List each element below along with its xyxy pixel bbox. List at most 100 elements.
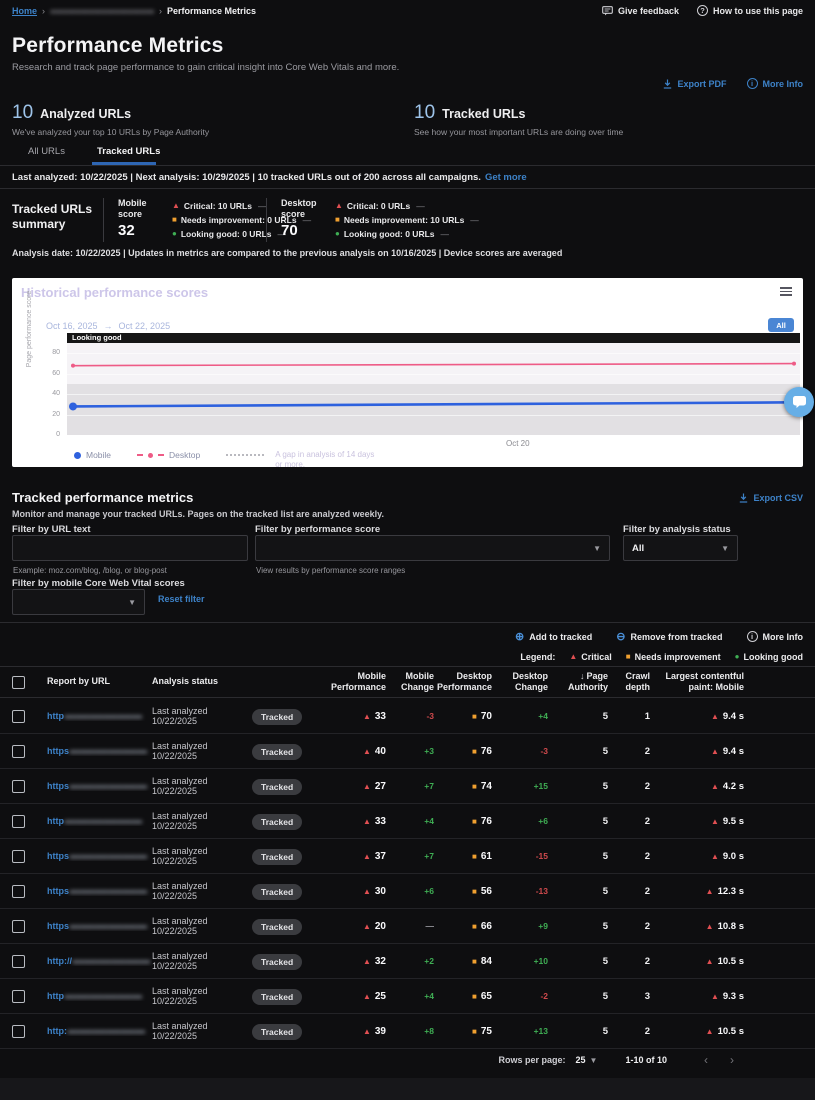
rows-per-page-value: 25 (576, 1055, 586, 1065)
gap-note-label: A gap in analysis of 14 days or more. (275, 450, 375, 471)
url-redacted: ●●●●●●●●●●●●●●●●●●●●●● (72, 957, 150, 966)
critical-icon: ▲ (706, 922, 714, 931)
ytick-80: 80 (44, 349, 60, 356)
change-dash: — (470, 215, 479, 225)
date-from[interactable]: Oct 16, 2025 (46, 321, 98, 331)
row-checkbox[interactable] (12, 885, 25, 898)
critical-icon: ▲ (711, 712, 719, 721)
report-url-link[interactable]: http●●●●●●●●●●●●●●●●●●●●●● (36, 991, 152, 1001)
row-checkbox[interactable] (12, 710, 25, 723)
crawl-depth-cell: 2 (608, 851, 650, 862)
add-to-tracked-button[interactable]: ⊕ Add to tracked (515, 630, 592, 643)
row-checkbox[interactable] (12, 780, 25, 793)
table-row[interactable]: https●●●●●●●●●●●●●●●●●●●●●● Last analyze… (0, 769, 815, 804)
row-checkbox[interactable] (12, 745, 25, 758)
filter-status-select[interactable]: All ▼ (623, 535, 738, 561)
report-url-link[interactable]: https●●●●●●●●●●●●●●●●●●●●●● (36, 886, 152, 896)
needs-improvement-icon: ■ (472, 852, 477, 861)
table-row[interactable]: http:●●●●●●●●●●●●●●●●●●●●●● Last analyze… (0, 1014, 815, 1049)
remove-from-tracked-button[interactable]: ⊖ Remove from tracked (616, 630, 722, 643)
needs-improvement-icon: ■ (472, 1027, 477, 1036)
breadcrumb-home-link[interactable]: Home (12, 6, 37, 16)
analyzed-urls-stat: 10 Analyzed URLs We've analyzed your top… (12, 102, 209, 137)
table-row[interactable]: http●●●●●●●●●●●●●●●●●●●●●● Last analyzed… (0, 699, 815, 734)
row-checkbox[interactable] (12, 1025, 25, 1038)
export-csv-button[interactable]: Export CSV (739, 493, 803, 503)
rows-per-page-select[interactable]: 25 ▼ (576, 1055, 598, 1065)
page-subtitle: Research and track page performance to g… (12, 62, 399, 73)
desktop-change-cell: -3 (492, 746, 548, 756)
report-url-link[interactable]: http●●●●●●●●●●●●●●●●●●●●●● (36, 816, 152, 826)
analysis-status-text: Last analyzed 10/22/2025 (152, 706, 252, 726)
filter-url-input[interactable] (12, 535, 248, 561)
row-checkbox[interactable] (12, 955, 25, 968)
table-row[interactable]: https●●●●●●●●●●●●●●●●●●●●●● Last analyze… (0, 874, 815, 909)
report-url-link[interactable]: http://●●●●●●●●●●●●●●●●●●●●●● (36, 956, 152, 966)
breadcrumb-campaign-redacted[interactable]: ●●●●●●●●●●●●●●●●●●●●●●●● (50, 7, 154, 16)
report-url-link[interactable]: http●●●●●●●●●●●●●●●●●●●●●● (36, 711, 152, 721)
report-url-link[interactable]: https●●●●●●●●●●●●●●●●●●●●●● (36, 746, 152, 756)
export-pdf-button[interactable]: Export PDF (663, 78, 726, 89)
col-page-authority[interactable]: ↓Page Authority (548, 671, 608, 694)
table-row[interactable]: https●●●●●●●●●●●●●●●●●●●●●● Last analyze… (0, 734, 815, 769)
table-row[interactable]: http●●●●●●●●●●●●●●●●●●●●●● Last analyzed… (0, 804, 815, 839)
reset-filter-link[interactable]: Reset filter (158, 594, 205, 604)
date-to[interactable]: Oct 22, 2025 (119, 321, 171, 331)
row-checkbox[interactable] (12, 850, 25, 863)
chat-widget-button[interactable] (784, 387, 814, 417)
legend-mobile[interactable]: Mobile (74, 450, 111, 460)
col-mobile-performance[interactable]: Mobile Performance (304, 671, 386, 694)
desktop-change-cell: -13 (492, 886, 548, 896)
tab-tracked-urls[interactable]: Tracked URLs (97, 146, 160, 157)
how-to-use-button[interactable]: ? How to use this page (697, 5, 803, 16)
col-mobile-change[interactable]: Mobile Change (386, 671, 434, 694)
col-lcp-mobile[interactable]: Largest contentful paint: Mobile (650, 671, 744, 694)
legend-desktop[interactable]: Desktop (137, 450, 200, 460)
download-icon (739, 493, 748, 503)
mobile-change-cell: +4 (386, 991, 434, 1001)
report-url-link[interactable]: http:●●●●●●●●●●●●●●●●●●●●●● (36, 1026, 152, 1036)
previous-page-button[interactable]: ‹ (693, 1053, 719, 1067)
table-row[interactable]: https●●●●●●●●●●●●●●●●●●●●●● Last analyze… (0, 909, 815, 944)
col-analysis-status[interactable]: Analysis status (152, 676, 252, 687)
give-feedback-button[interactable]: Give feedback (602, 5, 679, 16)
critical-band (67, 384, 800, 435)
report-url-link[interactable]: https●●●●●●●●●●●●●●●●●●●●●● (36, 921, 152, 931)
tracked-badge: Tracked (252, 814, 302, 830)
needs-improvement-icon: ■ (472, 782, 477, 791)
desktop-performance-cell: ■76 (434, 816, 492, 827)
chart-menu-icon[interactable] (780, 287, 792, 298)
critical-icon: ▲ (363, 957, 371, 966)
desktop-dash-icon (158, 454, 164, 456)
critical-icon: ▲ (706, 1027, 714, 1036)
filter-score-select[interactable]: ▼ (255, 535, 610, 561)
tracked-description: See how your most important URLs are doi… (414, 127, 623, 137)
col-crawl-depth[interactable]: Crawl depth (608, 671, 650, 694)
table-more-info-button[interactable]: i More Info (747, 630, 804, 643)
next-page-button[interactable]: › (719, 1053, 745, 1067)
col-desktop-change[interactable]: Desktop Change (492, 671, 548, 694)
get-more-link[interactable]: Get more (485, 172, 527, 183)
legend-good-label: Looking good (744, 652, 803, 662)
analysis-status-text: Last analyzed 10/22/2025 (152, 881, 252, 901)
table-row[interactable]: http://●●●●●●●●●●●●●●●●●●●●●● Last analy… (0, 944, 815, 979)
row-checkbox[interactable] (12, 990, 25, 1003)
change-dash: — (416, 201, 425, 211)
chart-date-range[interactable]: Oct 16, 2025 → Oct 22, 2025 (46, 321, 170, 331)
filter-cwv-select[interactable]: ▼ (12, 589, 145, 615)
row-checkbox[interactable] (12, 815, 25, 828)
breadcrumb-current: Performance Metrics (167, 6, 256, 16)
row-checkbox[interactable] (12, 920, 25, 933)
more-info-button[interactable]: i More Info (747, 78, 804, 89)
crawl-depth-cell: 1 (608, 711, 650, 722)
col-report-by-url[interactable]: Report by URL (36, 676, 152, 687)
report-url-link[interactable]: https●●●●●●●●●●●●●●●●●●●●●● (36, 851, 152, 861)
tab-all-urls[interactable]: All URLs (28, 146, 65, 157)
col-desktop-performance[interactable]: Desktop Performance (434, 671, 492, 694)
desktop-performance-cell: ■56 (434, 886, 492, 897)
report-url-link[interactable]: https●●●●●●●●●●●●●●●●●●●●●● (36, 781, 152, 791)
table-row[interactable]: https●●●●●●●●●●●●●●●●●●●●●● Last analyze… (0, 839, 815, 874)
table-row[interactable]: http●●●●●●●●●●●●●●●●●●●●●● Last analyzed… (0, 979, 815, 1014)
chart-range-button[interactable]: All (768, 318, 794, 332)
select-all-checkbox[interactable] (12, 676, 25, 689)
